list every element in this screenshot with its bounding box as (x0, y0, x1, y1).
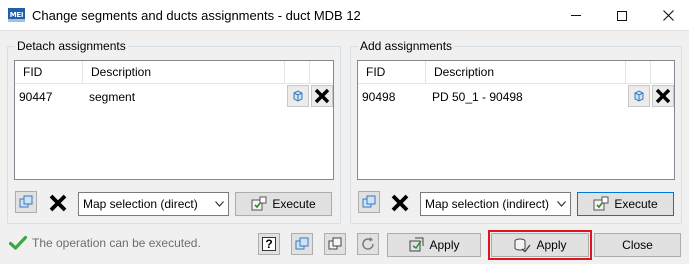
add-execute-button[interactable]: Execute (577, 192, 674, 216)
detach-execute-label: Execute (272, 197, 316, 211)
cube-icon (293, 90, 303, 102)
row-select-button[interactable] (287, 85, 309, 107)
close-label: Close (622, 238, 653, 252)
row-description: segment (89, 90, 136, 104)
add-execute-label: Execute (614, 197, 658, 211)
detach-remove-all-button[interactable] (47, 192, 69, 214)
execute-icon (251, 196, 267, 211)
table-row[interactable]: 90498 PD 50_1 - 90498 (358, 84, 674, 110)
row-delete-button[interactable] (652, 85, 674, 107)
add-selection-mode-dropdown[interactable]: Map selection (indirect) (420, 192, 571, 216)
column-header-fid[interactable]: FID (358, 61, 426, 83)
detach-group-label: Detach assignments (15, 39, 128, 53)
maximize-icon (617, 10, 627, 21)
detach-selection-mode-dropdown[interactable]: Map selection (direct) (78, 192, 229, 216)
close-window-button[interactable] (645, 0, 689, 31)
refresh-button[interactable] (357, 233, 379, 255)
table-row[interactable]: 90447 segment (15, 84, 333, 110)
row-description: PD 50_1 - 90498 (432, 90, 523, 104)
delete-x-icon (314, 88, 330, 104)
apply-selected-button[interactable]: Apply (491, 233, 589, 257)
refresh-icon (362, 237, 374, 250)
help-icon: ? (262, 237, 276, 251)
title-bar: MEI Change segments and ducts assignment… (0, 0, 689, 31)
app-icon: MEI (8, 8, 25, 22)
column-header-blank (285, 61, 310, 83)
chevron-down-icon (215, 201, 224, 207)
apply-database-icon (514, 238, 532, 253)
add-assignments-group: Add assignments FID Description 90498 PD… (350, 39, 682, 224)
apply-selected-label: Apply (536, 238, 567, 252)
apply-icon (409, 237, 424, 252)
minimize-icon (571, 15, 581, 16)
window-title: Change segments and ducts assignments - … (32, 8, 361, 23)
add-grid-header: FID Description (358, 61, 674, 84)
duplicate-icon (328, 237, 342, 250)
maximize-button[interactable] (599, 0, 645, 31)
chevron-down-icon (557, 201, 566, 207)
delete-x-icon (49, 194, 67, 212)
status-text: The operation can be executed. (32, 236, 201, 250)
column-header-description[interactable]: Description (83, 61, 285, 83)
row-fid: 90498 (362, 90, 396, 104)
row-fid: 90447 (19, 90, 53, 104)
delete-x-icon (655, 88, 671, 104)
copy-cubes-icon (295, 237, 309, 250)
detach-selection-mode-value: Map selection (direct) (83, 197, 198, 211)
detach-select-all-button[interactable] (15, 191, 37, 213)
copy-cubes-icon (362, 195, 376, 208)
detach-grid[interactable]: FID Description 90447 segment (14, 60, 334, 180)
close-button[interactable]: Close (594, 233, 681, 257)
apply-label: Apply (429, 238, 460, 252)
checkmark-icon (9, 236, 27, 250)
add-group-label: Add assignments (358, 39, 455, 53)
detach-execute-button[interactable]: Execute (235, 192, 332, 216)
help-button[interactable]: ? (258, 233, 280, 255)
add-select-all-button[interactable] (358, 191, 380, 213)
add-remove-all-button[interactable] (389, 192, 411, 214)
add-grid[interactable]: FID Description 90498 PD 50_1 - 90498 (357, 60, 675, 180)
copy-cubes-icon (19, 195, 33, 208)
execute-icon (593, 196, 609, 211)
column-header-description[interactable]: Description (426, 61, 626, 83)
apply-button[interactable]: Apply (387, 233, 481, 257)
add-selection-mode-value: Map selection (indirect) (425, 197, 550, 211)
column-header-fid[interactable]: FID (15, 61, 83, 83)
duplicate-button[interactable] (324, 233, 346, 255)
detach-assignments-group: Detach assignments FID Description 90447… (7, 39, 341, 224)
row-select-button[interactable] (628, 85, 650, 107)
copy-assignments-button[interactable] (291, 233, 313, 255)
delete-x-icon (391, 194, 409, 212)
row-delete-button[interactable] (311, 85, 333, 107)
cube-icon (634, 90, 644, 102)
close-icon (662, 10, 674, 21)
column-header-blank (626, 61, 651, 83)
minimize-button[interactable] (553, 0, 599, 31)
status-message: The operation can be executed. (9, 236, 201, 250)
detach-grid-header: FID Description (15, 61, 333, 84)
